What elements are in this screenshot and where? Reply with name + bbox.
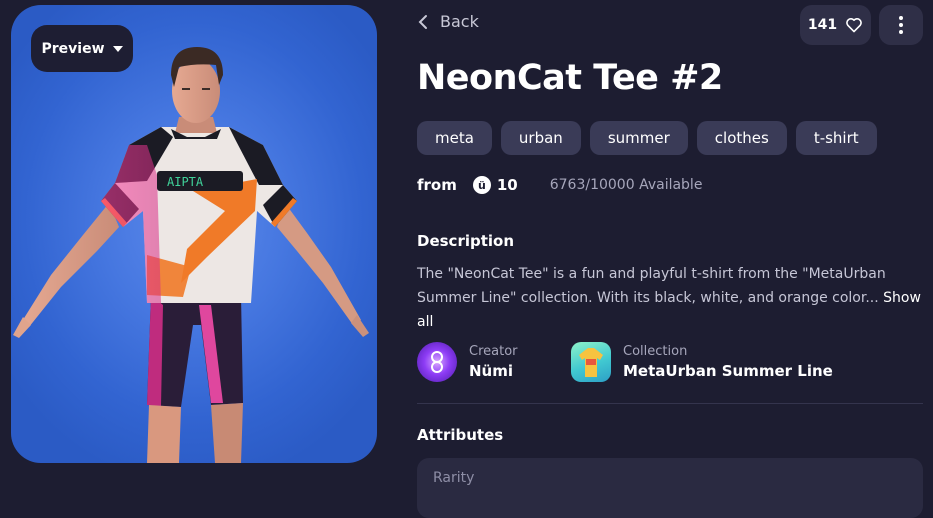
more-dot-icon xyxy=(899,16,903,20)
currency-coin-icon: ü xyxy=(472,176,491,194)
creator-avatar xyxy=(417,342,457,382)
price-value: 10 xyxy=(496,176,518,194)
caret-down-icon xyxy=(112,45,123,52)
description-text: The "NeonCat Tee" is a fun and playful t… xyxy=(417,262,927,334)
more-dot-icon xyxy=(899,30,903,34)
tag-list: meta urban summer clothes t-shirt xyxy=(417,121,877,155)
divider xyxy=(417,403,923,404)
more-dot-icon xyxy=(899,23,903,27)
heart-icon xyxy=(846,18,862,33)
preview-dropdown-button[interactable]: Preview xyxy=(31,25,133,72)
more-options-button[interactable] xyxy=(879,5,923,45)
price-prefix: from xyxy=(417,176,457,194)
tag-chip[interactable]: t-shirt xyxy=(795,121,877,155)
collection-info[interactable]: Collection MetaUrban Summer Line xyxy=(571,342,833,382)
creator-label: Creator xyxy=(469,344,518,359)
svg-text:AIPTA: AIPTA xyxy=(167,175,204,189)
collection-avatar xyxy=(571,342,611,382)
collection-name: MetaUrban Summer Line xyxy=(623,362,833,380)
numi-logo-icon xyxy=(431,351,443,373)
availability-text: 6763/10000 Available xyxy=(549,177,703,193)
like-button[interactable]: 141 xyxy=(800,5,871,45)
description-heading: Description xyxy=(417,232,515,250)
description-body: The "NeonCat Tee" is a fun and playful t… xyxy=(417,266,886,306)
item-title: NeonCat Tee #2 xyxy=(417,58,723,98)
attributes-heading: Attributes xyxy=(417,426,504,444)
avatar-3d-model: AIPTA xyxy=(13,47,369,463)
back-label: Back xyxy=(440,12,479,31)
tag-chip[interactable]: urban xyxy=(500,121,581,155)
collection-label: Collection xyxy=(623,344,688,359)
creator-name: Nümi xyxy=(469,362,514,380)
tag-chip[interactable]: clothes xyxy=(696,121,787,155)
chevron-left-icon xyxy=(418,14,427,29)
like-count: 141 xyxy=(807,17,838,33)
tshirt-icon xyxy=(579,348,603,377)
preview-label: Preview xyxy=(41,40,105,57)
attribute-label: Rarity xyxy=(433,470,475,486)
price-row: from ü 10 6763/10000 Available xyxy=(417,176,702,194)
attribute-card: Rarity xyxy=(417,458,923,518)
tag-chip[interactable]: summer xyxy=(589,121,688,155)
back-link[interactable]: Back xyxy=(418,12,479,31)
avatar-preview-card: Preview AIPTA xyxy=(11,5,377,463)
creator-info[interactable]: Creator Nümi xyxy=(417,342,518,382)
tag-chip[interactable]: meta xyxy=(417,121,492,155)
